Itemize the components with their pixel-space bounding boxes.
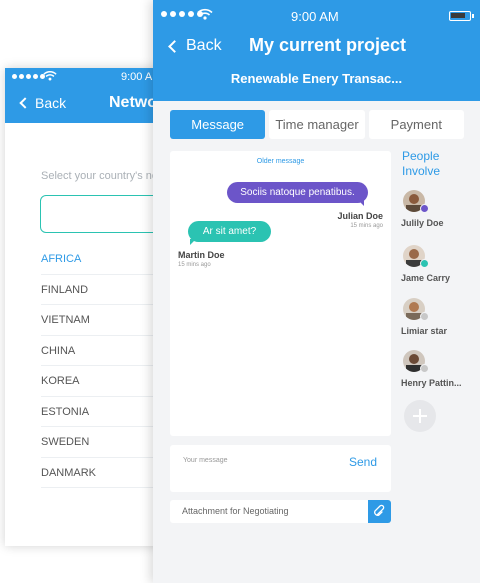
status-bar: 9:00 AM [5,70,165,84]
message-bubble-outgoing: Sociis natoque penatibus. [227,182,368,206]
project-header: 9:00 AM Back My current project Renewabl… [153,0,480,101]
battery-icon [449,11,474,21]
page-title: My current project [249,35,407,55]
status-time: 9:00 AM [291,9,339,24]
presence-indicator [420,312,429,321]
attach-button[interactable] [368,500,391,523]
person-item[interactable]: Limiar star [401,298,477,336]
country-item[interactable]: CHINA [41,336,165,366]
country-item[interactable]: KOREA [41,366,165,397]
person-item[interactable]: Julily Doe [401,190,477,228]
attachment-field[interactable]: Attachment for Negotiating [170,500,391,523]
back-button[interactable]: Back [168,37,222,55]
network-screen: 9:00 AM Back Netwo Select your country's… [5,68,165,546]
project-screen: 9:00 AM Back My current project Renewabl… [153,0,480,583]
send-button[interactable]: Send [349,455,377,469]
network-title: Netwo [109,94,157,111]
tab-bar: Message Time manager Payment [170,110,464,139]
back-label: Back [35,95,67,111]
attachment-label: Attachment for Negotiating [182,506,289,516]
country-item[interactable]: ESTONIA [41,397,165,427]
presence-indicator [420,204,429,213]
back-label: Back [186,37,222,54]
person-item[interactable]: Jame Carry [401,245,477,283]
chevron-left-icon [19,97,31,109]
message-time: 15 mins ago [178,262,211,268]
chevron-left-icon [168,39,181,53]
person-name: Julily Doe [401,218,444,228]
network-header: 9:00 AM Back Netwo [5,68,165,123]
presence-indicator [420,364,429,373]
country-item[interactable]: SWEDEN [41,427,165,458]
country-list: AFRICA FINLAND VIETNAM CHINA KOREA ESTON… [41,244,165,488]
status-bar: 9:00 AM [153,5,480,24]
country-hint: Select your country's ne [41,170,159,182]
paperclip-icon [374,504,385,516]
signal-icon [12,74,45,79]
tab-message[interactable]: Message [170,110,266,139]
back-button[interactable]: Back [19,95,67,111]
person-item[interactable]: Henry Pattin... [401,350,477,388]
battery-level [451,13,466,18]
message-bubble-incoming: Ar sit amet? [188,221,271,245]
person-name: Jame Carry [401,273,451,283]
person-name: Henry Pattin... [401,378,462,388]
people-title: People Involve [402,149,441,178]
add-person-button[interactable] [404,400,436,432]
tab-time-manager[interactable]: Time manager [269,110,365,139]
project-subtitle: Renewable Enery Transac... [230,71,403,86]
chat-panel: Older message Sociis natoque penatibus. … [170,151,391,436]
message-sender: Julian Doe [337,211,383,221]
message-sender: Martin Doe [178,250,225,260]
person-name: Limiar star [401,326,448,336]
country-item[interactable]: VIETNAM [41,305,165,336]
message-time: 15 mins ago [350,223,383,229]
country-item[interactable]: FINLAND [41,275,165,305]
country-item[interactable]: DANMARK [41,458,165,488]
country-search-input[interactable] [40,195,165,233]
country-item[interactable]: AFRICA [41,244,165,275]
older-message-link[interactable]: Older message [170,158,391,165]
wifi-icon [43,71,57,81]
wifi-icon [197,8,213,20]
message-input[interactable]: Your message [183,457,228,464]
tab-payment[interactable]: Payment [368,110,464,139]
presence-indicator [420,259,429,268]
message-composer[interactable]: Your message Send [170,445,391,492]
